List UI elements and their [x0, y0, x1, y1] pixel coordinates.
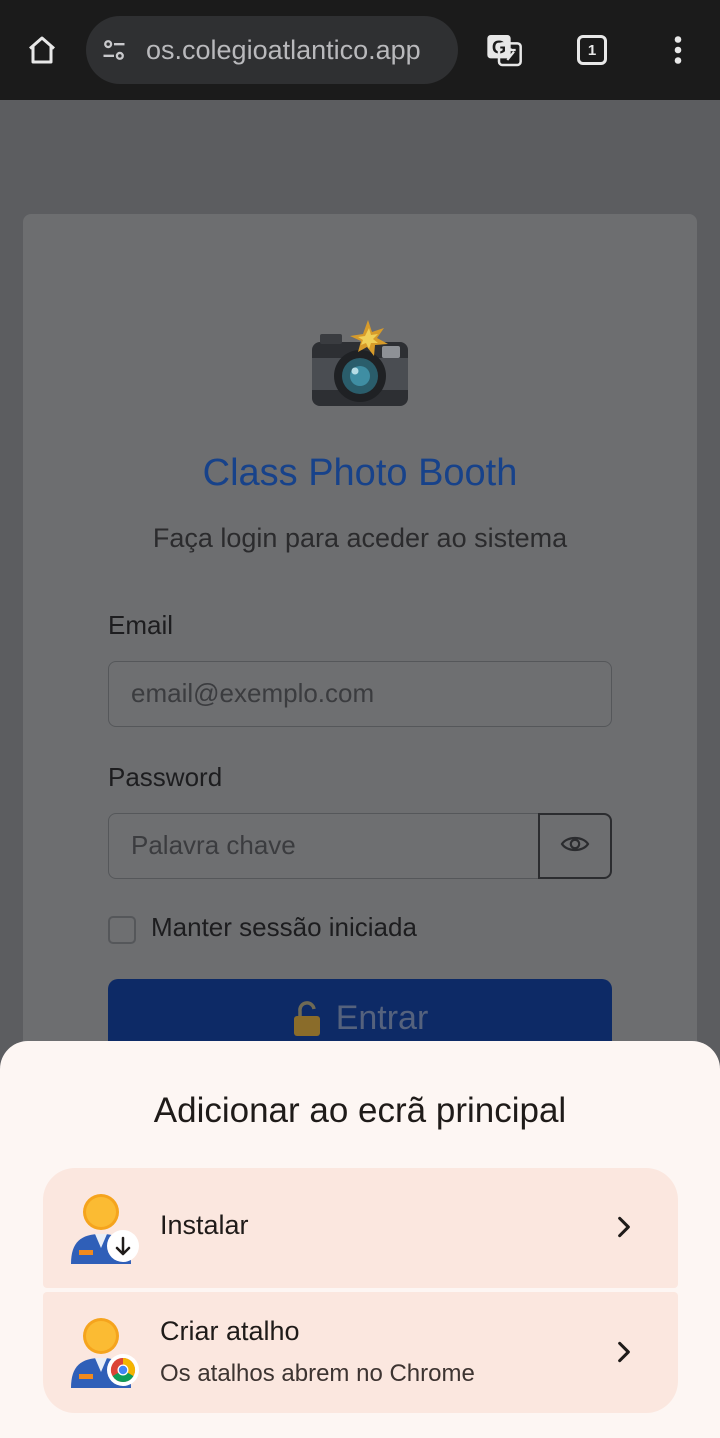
address-bar[interactable]: os.colegioatlantico.app	[86, 16, 458, 84]
password-field[interactable]: Palavra chave	[108, 813, 540, 879]
add-to-home-sheet: Adicionar ao ecrã principal Instalar Cri…	[0, 1041, 720, 1438]
url-text: os.colegioatlantico.app	[146, 35, 421, 65]
site-settings-icon[interactable]	[100, 36, 128, 69]
remember-checkbox[interactable]	[108, 916, 136, 944]
email-field[interactable]: email@exemplo.com	[108, 661, 612, 727]
app-shortcut-chrome-icon	[69, 1314, 141, 1390]
camera-with-flash-icon	[308, 318, 412, 410]
browser-toolbar: os.colegioatlantico.app G 1	[0, 0, 720, 100]
install-option[interactable]: Instalar	[43, 1168, 678, 1288]
install-label: Instalar	[160, 1210, 249, 1240]
eye-icon	[560, 833, 590, 860]
chevron-right-icon	[611, 1214, 637, 1245]
create-shortcut-sublabel: Os atalhos abrem no Chrome	[160, 1360, 475, 1387]
email-label: Email	[108, 610, 174, 640]
page-title: Class Photo Booth	[202, 452, 518, 494]
remember-label: Manter sessão iniciada	[151, 912, 417, 942]
translate-icon[interactable]: G	[482, 22, 526, 78]
more-vert-icon[interactable]	[656, 22, 700, 78]
app-install-icon	[69, 1190, 141, 1266]
unlock-icon	[292, 1001, 322, 1046]
show-password-button[interactable]	[538, 813, 612, 879]
sheet-title: Adicionar ao ecrã principal	[153, 1091, 567, 1130]
login-button-label: Entrar	[335, 999, 429, 1037]
create-shortcut-option[interactable]: Criar atalho Os atalhos abrem no Chrome	[43, 1292, 678, 1413]
home-icon[interactable]	[20, 22, 64, 78]
create-shortcut-label: Criar atalho	[160, 1316, 300, 1346]
page-subtitle: Faça login para aceder ao sistema	[152, 523, 568, 553]
chevron-right-icon	[611, 1339, 637, 1370]
tab-switcher-icon[interactable]: 1	[577, 35, 607, 65]
password-label: Password	[108, 762, 223, 792]
